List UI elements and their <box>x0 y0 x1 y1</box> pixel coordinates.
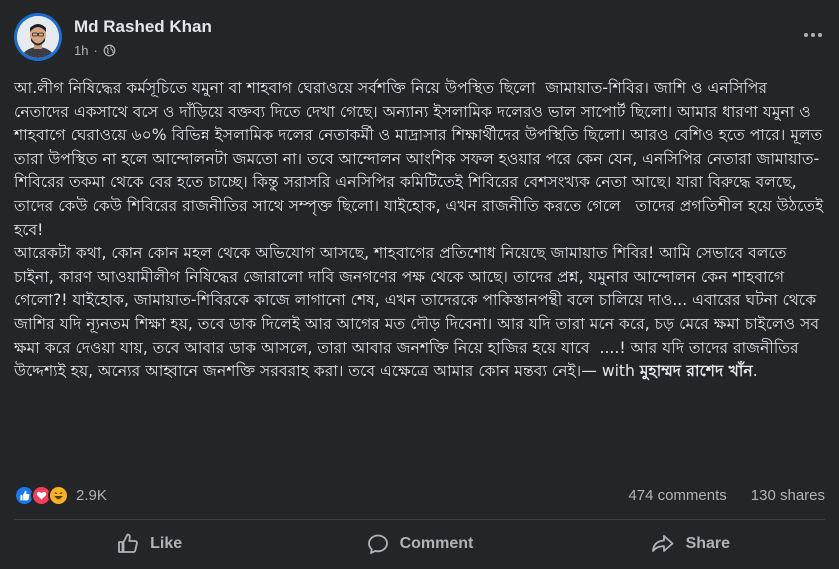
globe-icon[interactable] <box>103 44 116 57</box>
post-paragraph-1: আ.লীগ নিষিদ্ধের কর্মসূচিতে যমুনা বা শাহব… <box>14 79 829 239</box>
comments-count[interactable]: 474 comments <box>628 487 726 504</box>
thumbs-up-icon <box>116 532 140 556</box>
speech-bubble-icon <box>366 532 390 556</box>
with-prefix: — with <box>581 362 640 381</box>
engagement-counts: 474 comments 130 shares <box>628 487 825 504</box>
post-stats: 2.9K 474 comments 130 shares <box>14 485 825 509</box>
comment-button[interactable]: Comment <box>284 522 554 566</box>
share-label: Share <box>685 535 731 552</box>
post-paragraph-2: আরেকটা কথা, কোন কোন মহল থেকে অভিযোগ আসছে… <box>14 242 826 384</box>
reactions-summary[interactable]: 2.9K <box>14 485 107 506</box>
post-text: আ.লীগ নিষিদ্ধের কর্মসূচিতে যমুনা বা শাহব… <box>14 77 826 384</box>
share-button[interactable]: Share <box>555 522 825 566</box>
comment-label: Comment <box>399 535 474 552</box>
facebook-post: Md Rashed Khan 1h · আ.লীগ নিষিদ্ধের কর্ম… <box>0 0 839 569</box>
more-horizontal-icon[interactable] <box>801 25 825 45</box>
shares-count[interactable]: 130 shares <box>751 487 825 504</box>
meta-separator: · <box>93 43 98 58</box>
tag-suffix: . <box>752 362 758 381</box>
reaction-count: 2.9K <box>76 487 107 504</box>
like-button[interactable]: Like <box>14 522 284 566</box>
post-meta: 1h · <box>74 43 116 58</box>
post-header: Md Rashed Khan 1h · <box>14 13 825 65</box>
avatar-photo <box>17 16 59 58</box>
share-arrow-icon <box>650 532 676 556</box>
tagged-person-link[interactable]: মুহাম্মদ রাশেদ খাঁন <box>640 362 753 380</box>
divider <box>14 519 825 520</box>
author-name[interactable]: Md Rashed Khan <box>74 17 212 37</box>
like-label: Like <box>150 535 183 552</box>
avatar[interactable] <box>14 13 62 61</box>
action-bar: Like Comment Share <box>14 522 825 566</box>
post-time[interactable]: 1h <box>74 43 88 58</box>
haha-reaction-icon <box>48 485 69 506</box>
post-paragraph-2-text: আরেকটা কথা, কোন কোন মহল থেকে অভিযোগ আসছে… <box>14 244 825 381</box>
